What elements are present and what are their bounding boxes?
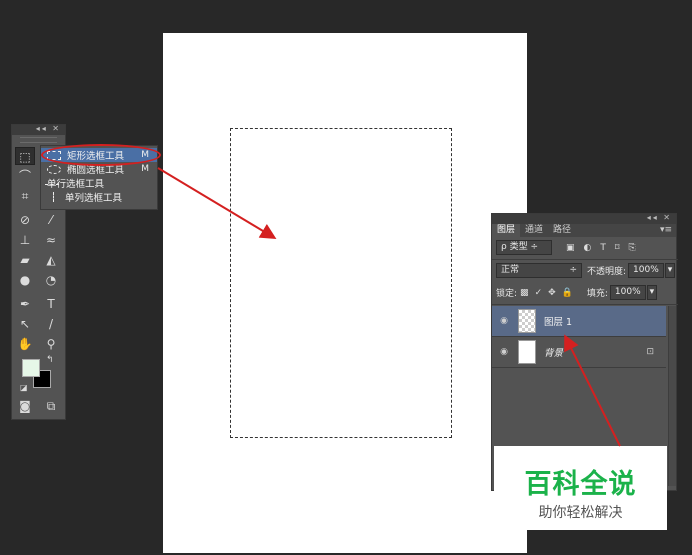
arrow-to-canvas — [157, 167, 277, 240]
arrow-to-layer — [564, 334, 621, 447]
annotation-arrows — [157, 167, 621, 447]
